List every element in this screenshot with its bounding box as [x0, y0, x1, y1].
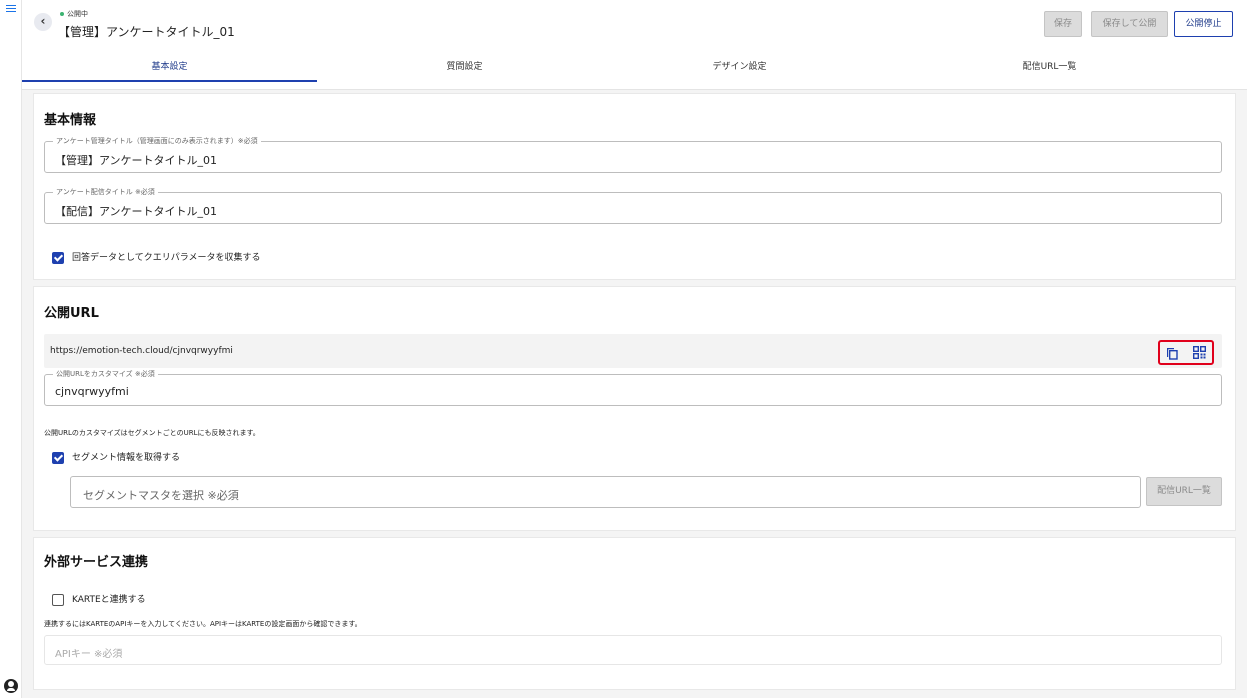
save-and-publish-button[interactable]: 保存して公開: [1091, 11, 1168, 37]
tab-delivery-url-list[interactable]: 配信URL一覧: [902, 56, 1197, 82]
delivery-title-value: 【配信】アンケートタイトル_01: [55, 205, 218, 218]
qr-code-icon[interactable]: [1193, 346, 1206, 359]
page-header: ‹ 公開中 【管理】アンケートタイトル_01 保存 保存して公開 公開停止 基本…: [22, 0, 1247, 90]
back-button[interactable]: ‹: [34, 13, 52, 31]
query-param-checkbox-row[interactable]: 回答データとしてクエリパラメータを収集する: [52, 250, 260, 264]
tab-basic-settings[interactable]: 基本設定: [22, 56, 317, 82]
account-icon[interactable]: [4, 679, 18, 693]
public-url-bar: https://emotion-tech.cloud/cjnvqrwyyfmi: [44, 334, 1222, 368]
external-services-heading: 外部サービス連携: [44, 555, 149, 570]
public-url-text: https://emotion-tech.cloud/cjnvqrwyyfmi: [50, 346, 233, 356]
left-sidebar: [0, 0, 22, 698]
basic-info-card: 基本情報 アンケート管理タイトル（管理画面にのみ表示されます）※必須 【管理】ア…: [33, 93, 1236, 280]
customize-url-label: 公開URLをカスタマイズ ※必須: [53, 369, 158, 379]
admin-title-label: アンケート管理タイトル（管理画面にのみ表示されます）※必須: [53, 136, 261, 146]
karte-checkbox-row[interactable]: KARTEと連携する: [52, 592, 146, 606]
public-url-card: 公開URL https://emotion-tech.cloud/cjnvqrw…: [33, 286, 1236, 531]
api-key-placeholder: APIキー ※必須: [55, 649, 123, 660]
save-button[interactable]: 保存: [1044, 11, 1082, 37]
tab-bar: 基本設定 質問設定 デザイン設定 配信URL一覧: [22, 56, 1247, 82]
delivery-url-list-button[interactable]: 配信URL一覧: [1146, 477, 1222, 506]
basic-info-heading: 基本情報: [44, 113, 97, 128]
copy-icon[interactable]: [1166, 347, 1178, 360]
karte-checkbox-label: KARTEと連携する: [72, 595, 146, 605]
segment-master-select[interactable]: セグメントマスタを選択 ※必須: [70, 476, 1141, 508]
delivery-title-field[interactable]: アンケート配信タイトル ※必須 【配信】アンケートタイトル_01: [44, 187, 1222, 224]
admin-title-value: 【管理】アンケートタイトル_01: [55, 154, 218, 167]
delivery-title-label: アンケート配信タイトル ※必須: [53, 187, 158, 197]
page-title: 【管理】アンケートタイトル_01: [58, 25, 235, 39]
status-badge: 公開中: [60, 9, 88, 19]
karte-api-note: 連携するにはKARTEのAPIキーを入力してください。APIキーはKARTEの設…: [44, 620, 362, 628]
status-text: 公開中: [67, 10, 88, 18]
status-dot-icon: [60, 12, 64, 16]
menu-icon[interactable]: [6, 5, 16, 14]
customize-url-field[interactable]: 公開URLをカスタマイズ ※必須 cjnvqrwyyfmi: [44, 369, 1222, 406]
karte-checkbox[interactable]: [52, 593, 64, 606]
url-actions-group: [1158, 340, 1214, 365]
external-services-card: 外部サービス連携 KARTEと連携する 連携するにはKARTEのAPIキーを入力…: [33, 537, 1236, 690]
admin-title-field[interactable]: アンケート管理タイトル（管理画面にのみ表示されます）※必須 【管理】アンケートタ…: [44, 136, 1222, 173]
main-area: ‹ 公開中 【管理】アンケートタイトル_01 保存 保存して公開 公開停止 基本…: [22, 0, 1247, 698]
segment-checkbox-row[interactable]: セグメント情報を取得する: [52, 450, 180, 464]
segment-master-placeholder: セグメントマスタを選択 ※必須: [83, 489, 239, 502]
tab-design-settings[interactable]: デザイン設定: [592, 56, 887, 82]
tab-question-settings[interactable]: 質問設定: [317, 56, 612, 82]
query-param-checkbox[interactable]: [52, 251, 64, 264]
unpublish-button[interactable]: 公開停止: [1174, 11, 1233, 37]
public-url-heading: 公開URL: [44, 306, 99, 321]
query-param-label: 回答データとしてクエリパラメータを収集する: [72, 253, 261, 263]
segment-checkbox[interactable]: [52, 451, 64, 464]
customize-url-value: cjnvqrwyyfmi: [55, 385, 129, 398]
api-key-input[interactable]: APIキー ※必須: [44, 635, 1222, 665]
segment-checkbox-label: セグメント情報を取得する: [72, 453, 181, 463]
customize-url-note: 公開URLのカスタマイズはセグメントごとのURLにも反映されます。: [44, 429, 260, 437]
